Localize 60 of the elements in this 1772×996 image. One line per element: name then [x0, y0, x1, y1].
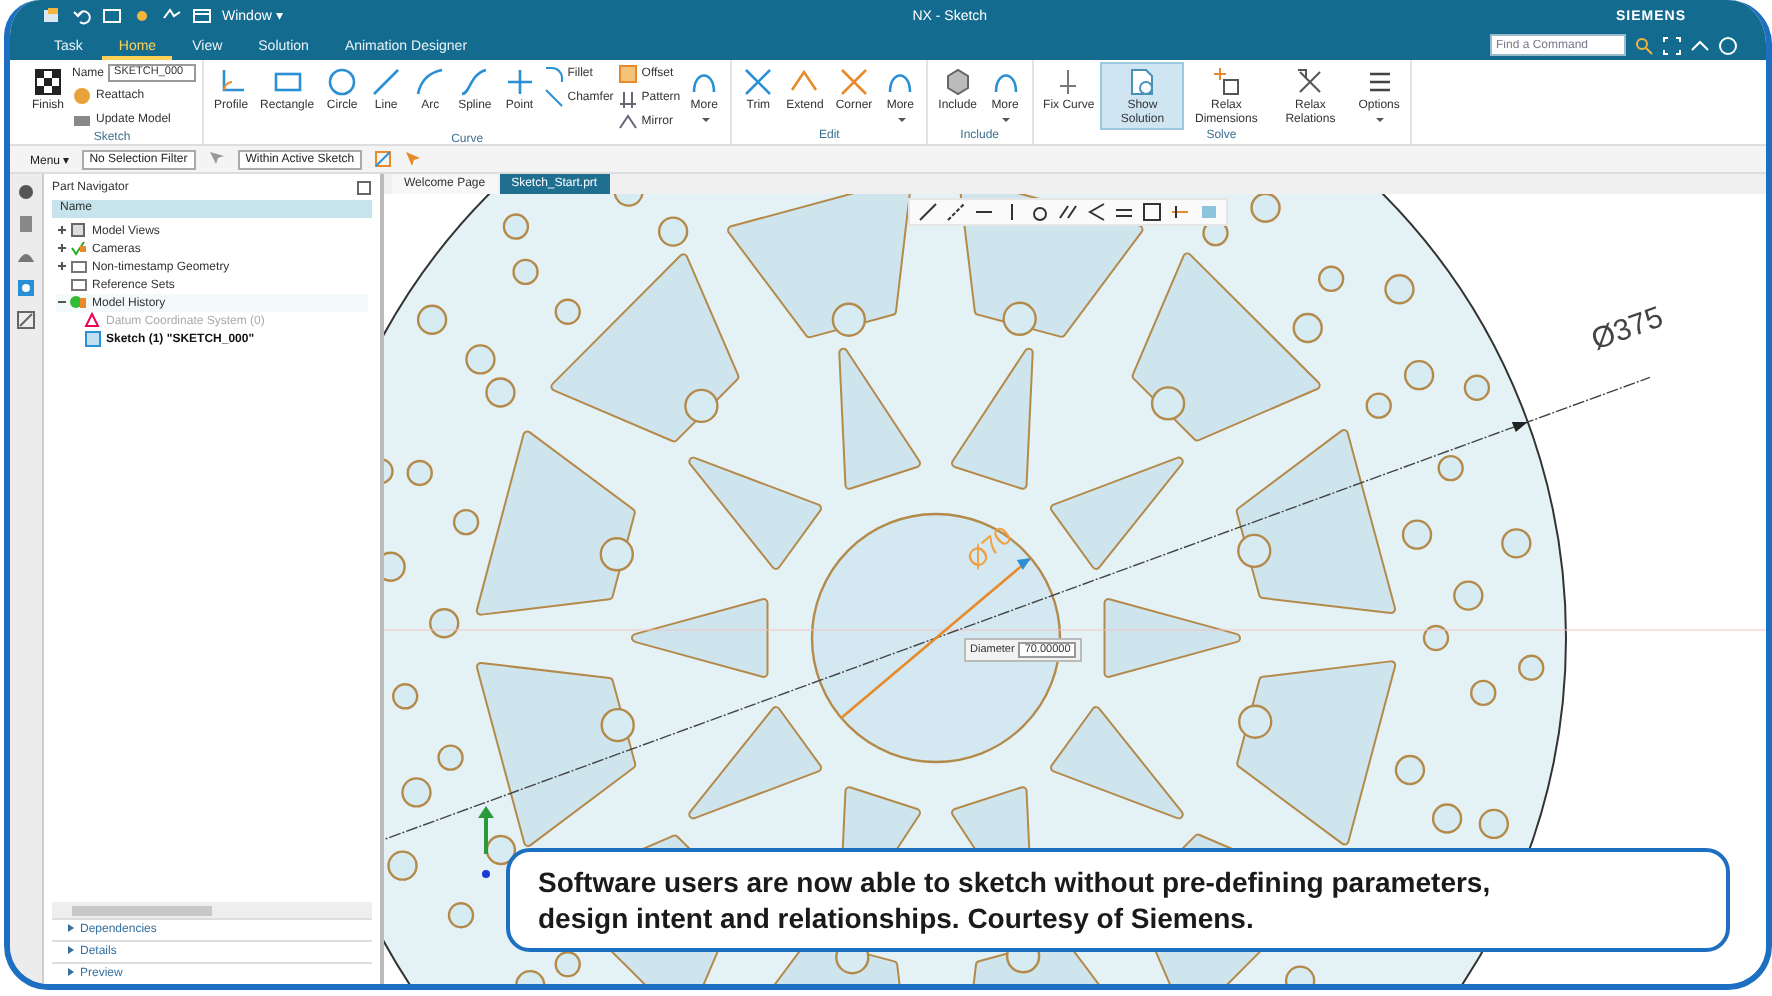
circle-icon: [326, 66, 359, 98]
sketch-icon: [84, 330, 102, 348]
cross-icon: [1294, 66, 1327, 98]
outer-diameter-label[interactable]: Ø375: [1587, 300, 1668, 358]
angle-icon: [1086, 202, 1106, 222]
caret-icon: [1000, 115, 1011, 123]
navigator-tool-icon: [16, 182, 36, 202]
outer-dimension-line[interactable]: [384, 376, 1651, 845]
copy-icon: [102, 6, 122, 26]
arc-icon: [414, 66, 447, 98]
chamfer-icon: [543, 88, 564, 108]
fixed-icon: [1142, 202, 1162, 222]
update-model-icon: [72, 110, 93, 130]
history-icon: [70, 294, 88, 312]
warning-triangle-icon: [84, 312, 102, 330]
palette-icon: [16, 310, 36, 330]
collapse-icon: [1690, 35, 1710, 55]
undo-icon: [72, 6, 92, 26]
save-icon: [42, 6, 62, 26]
expand-arrow-icon: [68, 924, 74, 932]
tangent-icon: [1030, 202, 1050, 222]
dimension-icon: [1210, 66, 1243, 98]
check-camera-icon: [70, 240, 88, 258]
fullscreen-icon: [1662, 35, 1682, 55]
model-views-icon: [70, 222, 88, 240]
reattach-icon: [72, 86, 93, 106]
fillet-icon: [543, 64, 564, 84]
search-icon: [1634, 35, 1654, 55]
expand-arrow-icon: [68, 968, 74, 976]
help-icon: [1718, 35, 1738, 55]
plus-point-icon: [503, 66, 536, 98]
sketch-navigator-icon: [16, 278, 36, 298]
dot-icon: [132, 6, 152, 26]
caret-icon: [699, 115, 710, 123]
spline-icon: [458, 66, 491, 98]
mirror-icon: [617, 112, 638, 132]
midpoint-icon: [1170, 202, 1190, 222]
pointer-icon: [207, 150, 226, 168]
line-icon: [370, 66, 403, 98]
snap-icon: [374, 150, 393, 168]
document-icon: [1126, 66, 1159, 98]
cross-lines-icon: [838, 66, 870, 98]
relations-icon: [1198, 202, 1218, 222]
caret-icon: [895, 115, 906, 123]
part-icon: [16, 214, 36, 234]
coordinate-axis-icon: [478, 806, 494, 878]
parallel-icon: [1058, 202, 1078, 222]
dashed-line-icon: [946, 202, 966, 222]
checkered-flag-icon: [32, 66, 64, 98]
window-icon: [192, 6, 212, 26]
caret-icon: [1374, 115, 1385, 123]
line-tool-icon: [918, 202, 938, 222]
maximize-icon: [356, 179, 372, 195]
caption-text: Software users are now able to sketch without pre-defining parameters, design intent and relationships. Courtesy of Siemens.: [538, 864, 1493, 936]
offset-icon: [617, 64, 638, 84]
horizontal-scrollbar[interactable]: [52, 902, 372, 918]
pattern-icon: [617, 88, 638, 108]
cursor-icon: [404, 150, 423, 168]
cross-lines-icon: [742, 66, 775, 98]
expand-arrow-icon: [68, 946, 74, 954]
